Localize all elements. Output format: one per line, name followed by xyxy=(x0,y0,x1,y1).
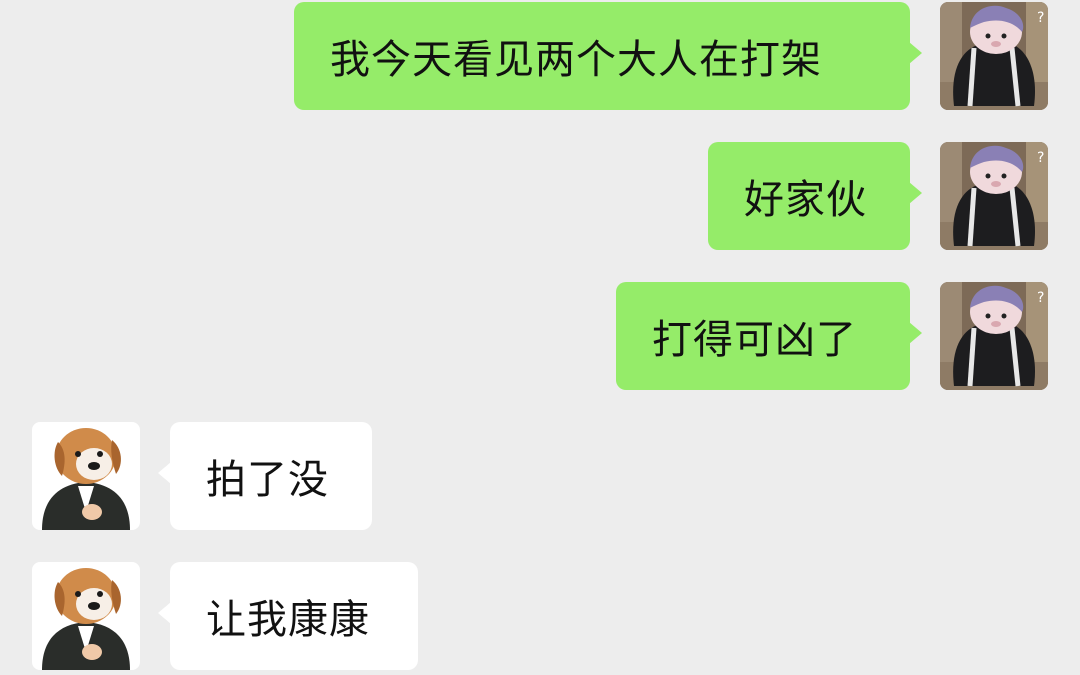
bubble-tail xyxy=(158,462,171,484)
message-text: 让我康康 xyxy=(206,597,370,643)
cat-in-black-jacket-avatar[interactable] xyxy=(940,2,1048,110)
dog-in-suit-avatar[interactable] xyxy=(32,422,140,530)
outgoing-message-bubble[interactable]: 打得可凶了 xyxy=(616,282,922,390)
incoming-message-bubble[interactable]: 让我康康 xyxy=(158,562,418,670)
message-row-outgoing: 好家伙 xyxy=(0,142,1080,252)
message-text: 好家伙 xyxy=(744,177,867,223)
message-row-outgoing: 我今天看见两个大人在打架 xyxy=(0,2,1080,112)
outgoing-message-bubble[interactable]: 好家伙 xyxy=(708,142,922,250)
bubble-tail xyxy=(909,182,922,204)
bubble-tail xyxy=(909,42,922,64)
bubble-tail xyxy=(909,322,922,344)
message-row-incoming: 拍了没 xyxy=(0,422,1080,532)
dog-in-suit-avatar[interactable] xyxy=(32,562,140,670)
outgoing-message-bubble[interactable]: 我今天看见两个大人在打架 xyxy=(294,2,922,110)
incoming-message-bubble[interactable]: 拍了没 xyxy=(158,422,372,530)
message-text: 我今天看见两个大人在打架 xyxy=(330,37,822,83)
message-row-incoming: 让我康康 xyxy=(0,562,1080,672)
cat-in-black-jacket-avatar[interactable] xyxy=(940,282,1048,390)
bubble-tail xyxy=(158,602,171,624)
cat-in-black-jacket-avatar[interactable] xyxy=(940,142,1048,250)
chat-conversation: 我今天看见两个大人在打架 好家伙 打得可凶了 拍了没 让我康康 xyxy=(0,0,1080,675)
message-text: 拍了没 xyxy=(206,457,329,503)
message-row-outgoing: 打得可凶了 xyxy=(0,282,1080,392)
message-text: 打得可凶了 xyxy=(652,317,857,363)
